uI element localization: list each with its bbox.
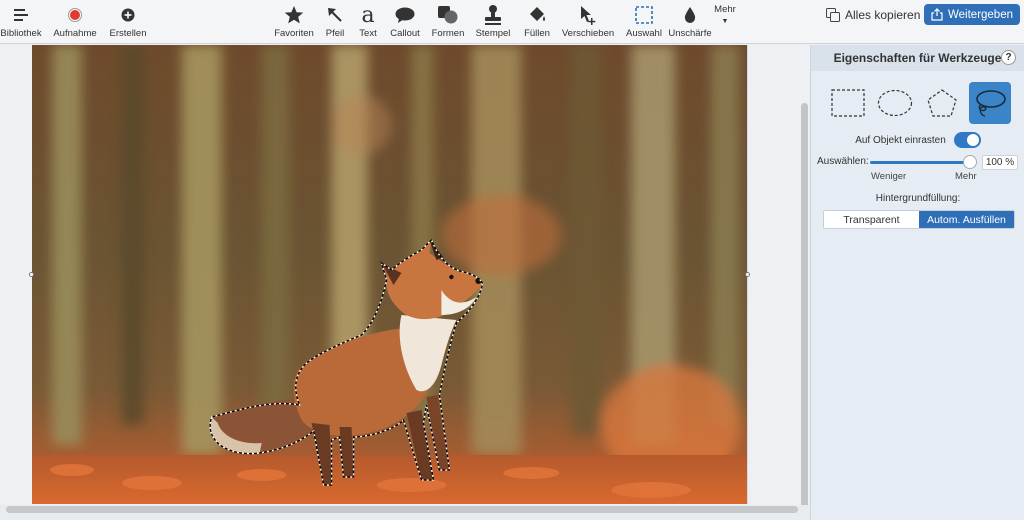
auto-fill-option[interactable]: Autom. Ausfüllen xyxy=(919,211,1014,228)
library-label: Bibliothek xyxy=(0,28,42,39)
tool-shapes[interactable]: Formen xyxy=(429,2,467,42)
select-slider-thumb[interactable] xyxy=(963,155,977,169)
main-toolbar: Bibliothek Aufnahme Erstellen Favoriten … xyxy=(0,0,1024,44)
polygon-select-icon xyxy=(927,89,957,117)
share-label: Weitergeben xyxy=(948,8,1013,21)
move-icon xyxy=(581,6,596,25)
background-fill-title: Hintergrundfüllung: xyxy=(875,193,961,204)
library-menu-icon xyxy=(14,9,28,21)
vertical-scrollbar[interactable] xyxy=(801,103,808,520)
lasso-select-button[interactable] xyxy=(969,82,1011,124)
create-label: Erstellen xyxy=(109,28,147,39)
less-label: Weniger xyxy=(871,171,907,182)
polygon-select-button[interactable] xyxy=(921,82,963,124)
share-icon xyxy=(931,8,943,21)
panel-title: Eigenschaften für Werkzeuge xyxy=(833,51,1002,65)
snap-label: Auf Objekt einrasten xyxy=(855,134,946,146)
resize-handle-left[interactable] xyxy=(29,272,34,277)
copy-icon xyxy=(826,8,840,22)
blur-drop-icon xyxy=(684,7,696,23)
record-button[interactable]: Aufnahme xyxy=(52,2,98,42)
lasso-select-icon xyxy=(976,90,1006,117)
background-fill-segmented: Transparent Autom. Ausfüllen xyxy=(823,210,1015,229)
ellipse-select-button[interactable] xyxy=(874,82,916,124)
tool-fill[interactable]: Füllen xyxy=(520,2,554,42)
transparent-option[interactable]: Transparent xyxy=(824,211,919,228)
star-icon xyxy=(284,6,304,24)
blur-label: Unschärfe xyxy=(668,28,712,39)
tool-selection[interactable]: Auswahl xyxy=(624,2,664,42)
more-menu[interactable]: Mehr ▼ xyxy=(712,4,738,44)
selection-label: Auswahl xyxy=(626,28,662,39)
record-label: Aufnahme xyxy=(53,28,97,39)
tool-favorites[interactable]: Favoriten xyxy=(273,2,315,42)
snap-to-object-row: Auf Objekt einrasten xyxy=(811,131,1024,149)
select-value-field[interactable]: 100 % xyxy=(982,155,1018,170)
library-button[interactable]: Bibliothek xyxy=(0,2,42,42)
resize-handle-right[interactable] xyxy=(745,272,750,277)
copy-all-label: Alles kopieren xyxy=(845,8,921,22)
share-button[interactable]: Weitergeben xyxy=(924,4,1020,25)
create-plus-icon xyxy=(121,8,135,22)
tool-text[interactable]: a Text xyxy=(355,2,381,42)
panel-header: Eigenschaften für Werkzeuge ? xyxy=(811,45,1024,71)
help-button[interactable]: ? xyxy=(1001,50,1016,65)
tool-blur[interactable]: Unschärfe xyxy=(668,2,712,42)
fox-photo xyxy=(32,45,747,504)
rectangle-select-button[interactable] xyxy=(827,82,869,124)
tool-arrow[interactable]: Pfeil xyxy=(322,2,348,42)
move-label: Verschieben xyxy=(561,28,615,39)
snap-toggle[interactable] xyxy=(953,132,981,148)
stamp-icon xyxy=(485,5,501,25)
arrow-label: Pfeil xyxy=(325,28,345,39)
more-label: Mehr xyxy=(714,4,736,15)
tool-move[interactable]: Verschieben xyxy=(560,2,616,42)
copy-all-button[interactable]: Alles kopieren xyxy=(826,5,920,25)
text-icon: a xyxy=(361,2,375,28)
chevron-down-icon: ▼ xyxy=(721,18,729,25)
horizontal-scrollbar[interactable] xyxy=(6,506,798,513)
create-button[interactable]: Erstellen xyxy=(108,2,148,42)
more-label-slider: Mehr xyxy=(955,171,977,182)
canvas-area[interactable] xyxy=(0,45,810,520)
tool-callout[interactable]: Callout xyxy=(387,2,423,42)
record-icon xyxy=(68,8,82,22)
fill-label: Füllen xyxy=(524,28,550,39)
selection-icon xyxy=(635,6,653,24)
shapes-label: Formen xyxy=(431,28,465,39)
ellipse-select-icon xyxy=(877,89,913,117)
rectangle-select-icon xyxy=(831,89,865,117)
arrow-icon xyxy=(328,8,342,22)
stamp-label: Stempel xyxy=(475,28,511,39)
tool-stamp[interactable]: Stempel xyxy=(473,2,513,42)
select-label: Auswählen: xyxy=(817,156,869,167)
select-amount-row: Auswählen: 100 % xyxy=(817,154,1021,172)
tool-properties-panel: Eigenschaften für Werkzeuge ? Auf Objekt… xyxy=(810,45,1024,520)
favorites-label: Favoriten xyxy=(274,28,314,39)
select-slider-track[interactable] xyxy=(870,161,972,164)
selection-shape-group xyxy=(823,82,1023,126)
callout-label: Callout xyxy=(390,28,420,39)
callout-icon xyxy=(395,7,415,23)
edited-image[interactable] xyxy=(32,45,748,504)
shapes-icon xyxy=(438,6,458,24)
fill-bucket-icon xyxy=(530,6,545,21)
text-label: Text xyxy=(359,28,377,39)
